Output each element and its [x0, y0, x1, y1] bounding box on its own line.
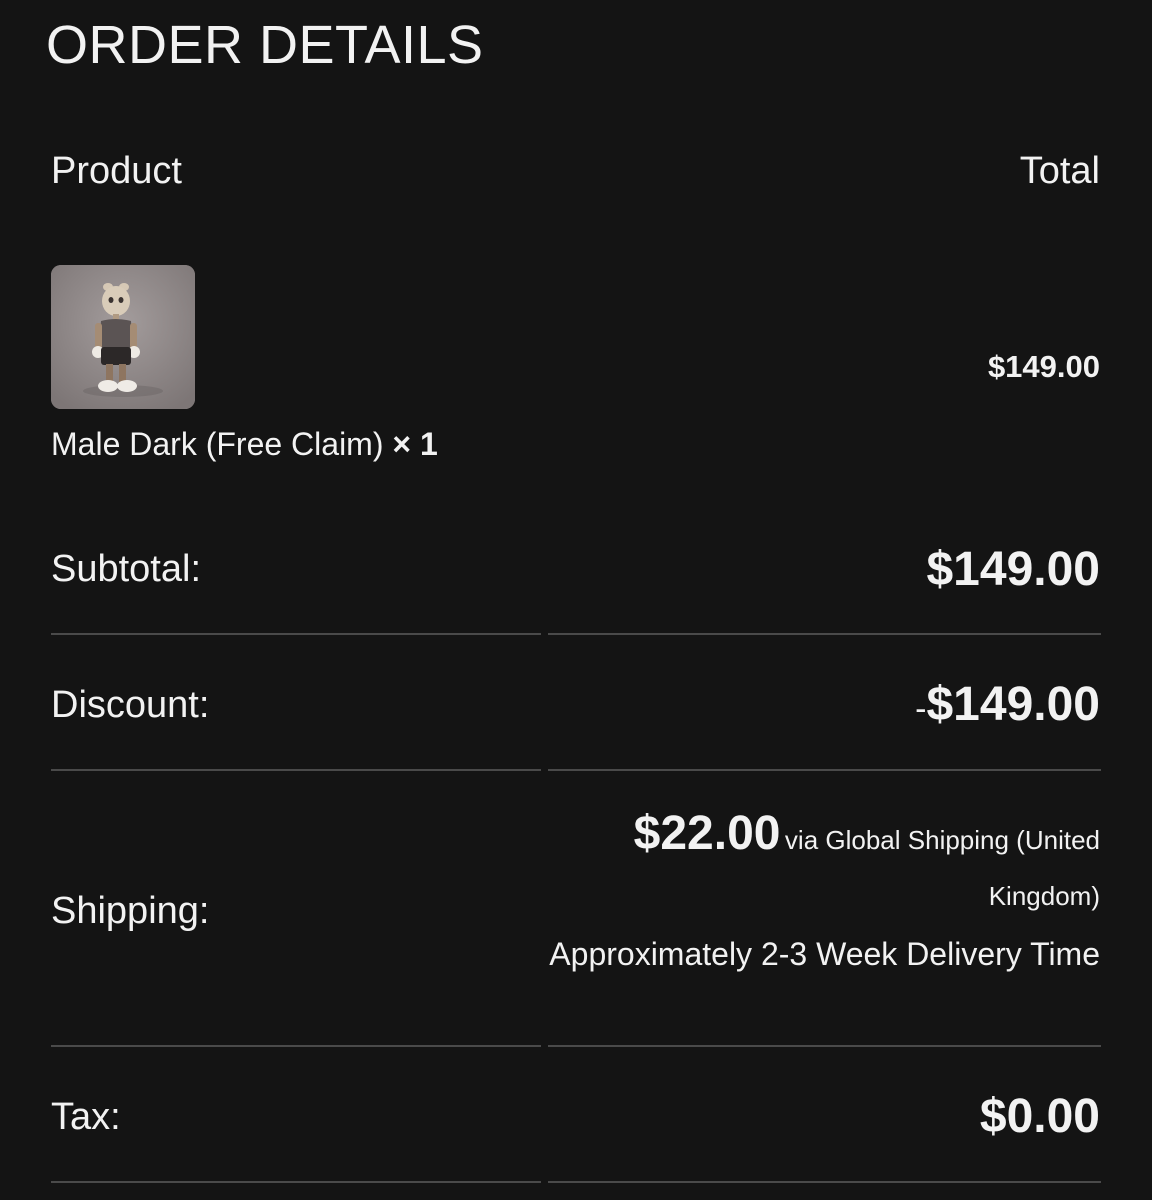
divider: [51, 633, 541, 635]
product-name[interactable]: Male Dark (Free Claim) × 1: [51, 426, 438, 463]
figure-toy-image: [51, 265, 195, 409]
subtotal-label: Subtotal:: [51, 548, 201, 590]
discount-label: Discount:: [51, 684, 210, 726]
shipping-label: Shipping:: [51, 890, 210, 932]
divider: [51, 1045, 541, 1047]
product-thumbnail[interactable]: [51, 265, 195, 409]
tax-value: $0.00: [979, 1090, 1100, 1143]
page-title: ORDER DETAILS: [46, 15, 484, 75]
product-quantity: × 1: [392, 426, 438, 462]
divider: [548, 769, 1101, 771]
divider: [548, 1045, 1101, 1047]
total-column-header: Total: [1019, 150, 1100, 192]
shipping-delivery-time: Approximately 2-3 Week Delivery Time: [549, 936, 1100, 972]
tax-label: Tax:: [51, 1096, 121, 1138]
shipping-method: via Global Shipping (United Kingdom): [784, 825, 1100, 911]
discount-sign: -: [915, 690, 927, 728]
discount-amount: $149.00: [926, 678, 1100, 731]
product-name-text: Male Dark (Free Claim): [51, 426, 384, 462]
shipping-amount: $22.00: [633, 807, 781, 860]
shipping-details: $22.00 via Global Shipping (United Kingd…: [540, 808, 1100, 977]
product-line-total: $149.00: [987, 349, 1100, 384]
divider: [548, 1181, 1101, 1183]
divider: [51, 1181, 541, 1183]
subtotal-value: $149.00: [926, 543, 1100, 596]
divider: [51, 769, 541, 771]
discount-value: -$149.00: [915, 677, 1100, 732]
divider: [548, 633, 1101, 635]
product-column-header: Product: [51, 150, 182, 192]
